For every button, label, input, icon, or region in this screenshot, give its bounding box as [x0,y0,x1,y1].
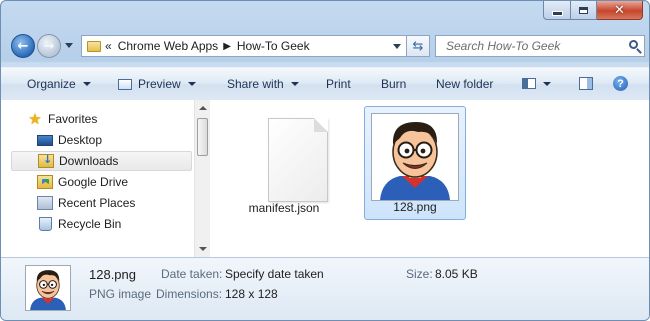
command-bar: Organize Preview Share with Print Burn N… [1,67,649,101]
preview-icon [118,78,132,90]
help-icon: ? [613,76,628,91]
preview-pane-icon [579,77,593,90]
address-bar[interactable]: « Chrome Web Apps ▶ How-To Geek [81,35,407,57]
back-button[interactable]: ← [11,34,35,58]
details-pane: 128.png PNG image Date taken: Specify da… [1,257,649,320]
desktop-icon [37,134,53,146]
organize-menu[interactable]: Organize [27,77,91,91]
dimensions-label: Dimensions: [156,287,223,301]
preview-label: Preview [138,77,181,91]
help-button[interactable]: ? [613,76,628,91]
details-thumbnail [25,265,71,311]
back-arrow-icon: ← [17,38,29,54]
navigation-bar: ← → « Chrome Web Apps ▶ How-To Geek ⇆ [9,31,645,61]
sidebar-item-label: Recycle Bin [58,217,122,231]
scroll-thumb[interactable] [197,118,208,156]
breadcrumb-overflow[interactable]: « [105,39,112,53]
close-icon: ✕ [614,2,625,18]
breadcrumb-arrow-icon[interactable]: ▶ [223,41,231,52]
breadcrumb-item-how-to-geek[interactable]: How-To Geek [237,39,310,53]
file-name: 128.png [393,200,437,214]
sidebar-item-label: Favorites [48,112,98,126]
search-input[interactable] [444,38,618,54]
chevron-down-icon [82,82,91,86]
organize-label: Organize [27,77,76,91]
burn-button[interactable]: Burn [381,77,406,91]
star-icon: ★ [28,110,42,128]
image-thumbnail [371,113,459,201]
google-drive-folder-icon [37,175,53,189]
scroll-up-icon[interactable] [199,106,207,110]
maximize-icon [579,6,588,14]
sidebar-item-recycle-bin[interactable]: Recycle Bin [11,214,191,234]
refresh-button[interactable]: ⇆ [406,35,430,57]
sidebar-item-favorites[interactable]: ★ Favorites [11,109,191,129]
navigation-scrollbar[interactable] [194,100,210,257]
sidebar-item-desktop[interactable]: Desktop [11,130,191,150]
new-folder-button[interactable]: New folder [436,77,493,91]
address-dropdown-icon[interactable] [393,44,401,49]
breadcrumb-item-chrome-web-apps[interactable]: Chrome Web Apps [118,39,219,53]
new-folder-label: New folder [436,77,494,91]
refresh-icon: ⇆ [412,38,424,54]
sidebar-item-downloads[interactable]: Downloads [11,151,192,171]
sidebar-item-google-drive[interactable]: Google Drive [11,172,191,192]
navigation-pane: ★ Favorites Desktop Downloads Google Dri… [1,100,207,257]
sidebar-item-label: Downloads [59,154,119,168]
cartoon-face-image [372,114,458,200]
close-button[interactable]: ✕ [597,1,643,20]
caption-buttons: ✕ [543,1,643,21]
scroll-down-icon[interactable] [199,247,207,251]
minimize-button[interactable] [543,1,571,20]
explorer-window: ✕ ← → « Chrome Web Apps ▶ How-To Geek ⇆ … [0,0,650,321]
minimize-icon [552,11,562,15]
preview-pane-button[interactable] [579,77,593,90]
details-filename: 128.png [89,267,136,282]
view-icon [522,78,536,89]
chevron-down-icon [187,82,196,86]
folder-icon [87,40,101,52]
downloads-folder-icon [38,153,54,168]
sidebar-item-label: Desktop [58,133,103,147]
cartoon-face-image [26,266,70,310]
forward-arrow-icon: → [43,38,55,54]
search-box[interactable] [435,35,645,57]
chevron-down-icon [290,82,299,86]
file-name: manifest.json [248,201,320,215]
burn-label: Burn [381,77,407,91]
size-label: Size: [406,267,433,281]
size-value: 8.05 KB [435,267,478,281]
details-filetype: PNG image [89,287,152,301]
search-icon[interactable] [629,40,638,49]
sidebar-item-label: Recent Places [58,196,136,210]
preview-menu[interactable]: Preview [118,77,196,91]
recent-pages-dropdown[interactable] [65,43,73,48]
document-icon [268,118,328,202]
recycle-bin-icon [39,217,52,231]
share-with-label: Share with [227,77,284,91]
dimensions-value: 128 x 128 [225,287,278,301]
print-label: Print [326,77,351,91]
forward-button[interactable]: → [37,34,61,58]
maximize-button[interactable] [571,1,597,20]
file-item-128-png[interactable]: 128.png [364,106,466,220]
date-taken-label: Date taken: [161,267,223,281]
sidebar-item-recent-places[interactable]: Recent Places [11,193,191,213]
sidebar-item-label: Google Drive [58,175,129,189]
recent-places-icon [37,196,53,210]
file-item-manifest[interactable]: manifest.json [233,106,335,220]
change-view-button[interactable] [522,78,551,89]
share-with-menu[interactable]: Share with [227,77,299,91]
print-button[interactable]: Print [326,77,351,91]
file-list: manifest.json 128.png [210,100,649,257]
date-taken-value[interactable]: Specify date taken [225,267,324,281]
chevron-down-icon [543,81,551,86]
